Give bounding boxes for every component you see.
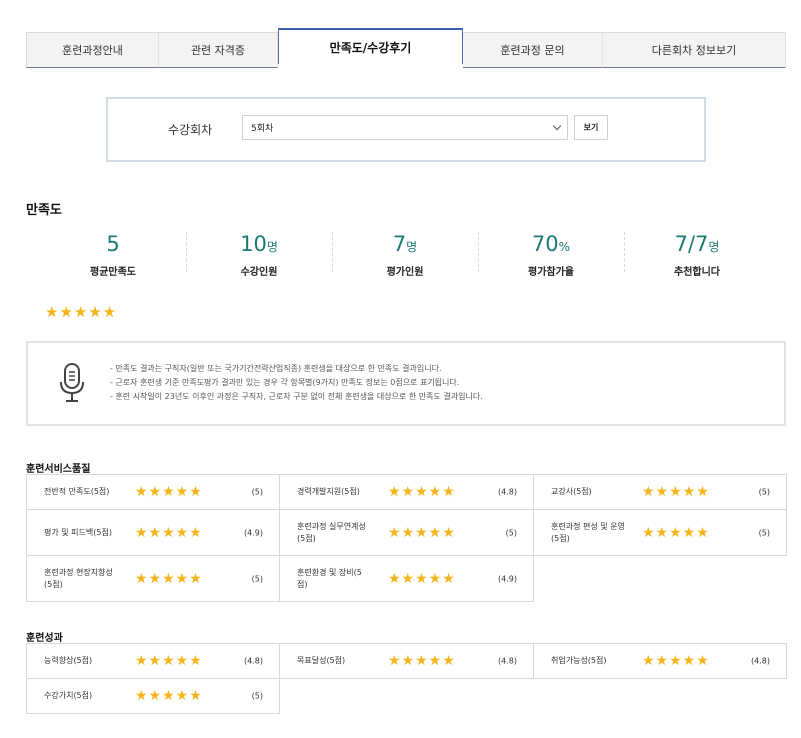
tab-satisfaction-reviews[interactable]: 만족도/수강후기 [278,28,463,64]
rating-item-score: (5) [251,574,263,583]
stat-label: 평균만족도 [90,267,136,278]
star-rating: ★★★★★ [135,484,203,500]
stat-value: 10 [240,232,267,256]
star-rating: ★★★★★ [135,570,203,587]
rating-item: 전반적 만족도(5점) ★★★★★ (5) [26,474,280,510]
rating-grid-service-quality: 전반적 만족도(5점) ★★★★★ (5) 경력개발지원(5점) ★★★★★ (… [26,474,787,602]
notice-line: - 훈련 시작일이 23년도 이후인 과정은 구직자, 근로자 구분 없이 전체… [110,392,483,401]
stat-average: 5 평균만족도 [40,230,186,278]
stat-value: 70 [531,232,559,256]
rating-item-name: 훈련과정 편성 및 운영(5점) [551,521,625,543]
rating-item-score: (5) [758,528,770,537]
rating-item: 훈련환경 및 장비(5점) ★★★★★ (4.9) [279,555,534,602]
rating-item-name: 취업가능성(5점) [551,656,607,665]
notice-box: - 만족도 결과는 구직자(일반 또는 국가기간전략산업직종) 훈련생을 대상으… [26,341,786,426]
average-star-rating: ★★★★★ [45,303,118,321]
rating-item-name: 수강가치(5점) [44,691,93,700]
star-rating: ★★★★★ [642,484,710,500]
microphone-icon [60,363,84,402]
rating-item-score: (4.8) [751,656,770,666]
rating-item: 훈련과정 편성 및 운영(5점) ★★★★★ (5) [533,509,787,556]
rating-item: 경력개발지원(5점) ★★★★★ (4.8) [279,474,534,510]
tab-bar: 훈련과정안내 관련 자격증 만족도/수강후기 훈련과정 문의 다른회차 정보보기 [26,28,786,68]
stat-label: 추천합니다 [674,267,720,278]
rating-grid-outcomes: 능력향상(5점) ★★★★★ (4.8) 목표달성(5점) ★★★★★ (4.8… [26,643,787,714]
rating-item-score: (4.9) [244,528,263,537]
stat-value: 7/7 [674,232,709,256]
rating-item-name: 평가 및 피드백(5점) [44,527,112,537]
rating-item: 훈련과정 실무연계성(5점) ★★★★★ (5) [279,509,534,556]
stat-enrolled: 10명 수강인원 [186,230,332,278]
rating-item: 교강사(5점) ★★★★★ (5) [533,474,787,510]
rating-item-name: 목표달성(5점) [297,656,346,665]
stat-recommend: 7/7명 추천합니다 [624,230,770,278]
tab-certificates[interactable]: 관련 자격증 [159,32,278,68]
tab-other-sessions[interactable]: 다른회차 정보보기 [603,32,786,68]
group-title-service-quality: 훈련서비스품질 [26,464,91,475]
stat-label: 수강인원 [240,267,278,278]
stat-unit: 명 [708,240,720,254]
star-rating: ★★★★★ [388,484,456,500]
rating-item: 평가 및 피드백(5점) ★★★★★ (4.9) [26,509,280,556]
rating-item-score: (4.8) [498,656,517,666]
session-filter-label: 수강회차 [168,123,213,137]
rating-item-name: 훈련과정 현장지향성(5점) [44,567,113,589]
rating-item: 수강가치(5점) ★★★★★ (5) [26,678,280,714]
rating-item-score: (4.8) [498,487,517,497]
rating-item-name: 능력향상(5점) [44,656,93,665]
group-title-outcomes: 훈련성과 [26,633,63,644]
rating-item-score: (5) [505,528,517,537]
notice-line: - 근로자 훈련생 기준 만족도평가 결과만 있는 경우 각 항목별(9가지) … [110,378,460,387]
rating-item: 취업가능성(5점) ★★★★★ (4.8) [533,643,787,679]
star-rating: ★★★★★ [388,653,456,669]
rating-item-name: 전반적 만족도(5점) [44,487,110,496]
tab-inquiry[interactable]: 훈련과정 문의 [463,32,603,68]
rating-item-score: (4.8) [244,656,263,666]
stat-value: 5 [106,232,120,256]
star-rating: ★★★★★ [642,653,710,669]
rating-item: 훈련과정 현장지향성(5점) ★★★★★ (5) [26,555,280,602]
stat-unit: 명 [406,240,418,254]
star-rating: ★★★★★ [135,524,203,541]
satisfaction-stats: 5 평균만족도 10명 수강인원 7명 평가인원 70% 평가참가율 7/7명 … [40,230,784,278]
stat-participation: 70% 평가참가율 [478,230,624,278]
satisfaction-title: 만족도 [26,203,62,218]
rating-item-name: 훈련과정 실무연계성(5점) [297,521,366,543]
star-rating: ★★★★★ [642,524,710,541]
stat-value: 7 [392,232,407,256]
stat-label: 평가인원 [386,267,424,278]
session-filter-box: 수강회차 5회차 보기 [106,97,706,162]
rating-item-name: 교강사(5점) [551,487,592,496]
rating-item-score: (5) [758,487,770,497]
rating-item: 능력향상(5점) ★★★★★ (4.8) [26,643,280,679]
stat-evaluators: 7명 평가인원 [332,230,478,278]
session-select-value: 5회차 [251,124,274,134]
stat-label: 평가참가율 [528,267,574,278]
rating-item-name: 경력개발지원(5점) [297,487,360,496]
stat-unit: % [558,240,571,254]
rating-item: 목표달성(5점) ★★★★★ (4.8) [279,643,534,679]
chevron-down-icon [552,121,562,131]
rating-item-name: 훈련환경 및 장비(5점) [297,567,362,589]
star-rating: ★★★★★ [388,570,456,587]
rating-item-score: (5) [251,691,263,701]
notice-list: - 만족도 결과는 구직자(일반 또는 국가기간전략산업직종) 훈련생을 대상으… [110,362,483,404]
rating-item-score: (4.9) [498,574,517,583]
session-select[interactable]: 5회차 [242,115,568,140]
star-rating: ★★★★★ [135,653,203,669]
tab-course-info[interactable]: 훈련과정안내 [26,32,159,68]
view-button[interactable]: 보기 [574,115,608,140]
notice-line: - 만족도 결과는 구직자(일반 또는 국가기간전략산업직종) 훈련생을 대상으… [110,364,442,373]
star-rating: ★★★★★ [388,524,456,541]
star-rating: ★★★★★ [135,688,203,704]
stat-unit: 명 [266,240,278,254]
rating-item-score: (5) [251,487,263,497]
